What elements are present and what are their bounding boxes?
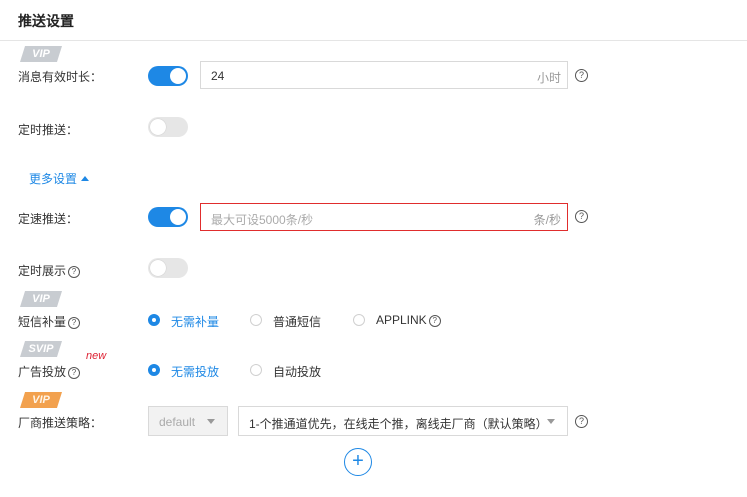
vip-badge: VIP xyxy=(20,46,62,62)
rate-limit-placeholder: 最大可设5000条/秒 xyxy=(211,213,314,227)
expiry-unit: 小时 xyxy=(536,71,561,85)
vendor-label: 厂商推送策略： xyxy=(18,416,103,430)
radio-selected-icon xyxy=(148,364,160,376)
vendor-mode-select[interactable]: default xyxy=(148,406,228,436)
question-circle-icon[interactable]: ? xyxy=(68,266,81,278)
vendor-strategy-select[interactable]: 1-个推通道优先，在线走个推，离线走厂商（默认策略） xyxy=(238,406,568,436)
rate-limit-input[interactable]: 最大可设5000条/秒 条/秒 xyxy=(200,203,568,231)
page-title: 推送设置 xyxy=(18,13,74,29)
expiry-input[interactable]: 24 小时 xyxy=(200,61,568,89)
rate-limit-label: 定速推送： xyxy=(18,212,79,226)
svip-badge: SVIP xyxy=(20,341,62,357)
ads-label: 广告投放? xyxy=(18,363,81,380)
caret-up-icon xyxy=(81,176,90,181)
question-circle-icon[interactable]: ? xyxy=(68,367,81,379)
more-settings-label: 更多设置 xyxy=(29,172,78,186)
vip-badge-orange: VIP xyxy=(20,392,62,408)
add-button[interactable]: + xyxy=(344,448,372,476)
more-settings-toggle[interactable]: 更多设置 xyxy=(29,170,90,187)
vendor-strategy-value: 1-个推通道优先，在线走个推，离线走厂商（默认策略） xyxy=(249,417,545,431)
new-badge: new xyxy=(86,350,107,362)
chevron-down-icon xyxy=(207,419,215,424)
vip-badge: VIP xyxy=(20,291,62,307)
scheduled-push-toggle[interactable] xyxy=(148,117,188,137)
expiry-label: 消息有效时长： xyxy=(18,70,103,84)
rate-limit-toggle[interactable] xyxy=(148,207,188,227)
scheduled-display-toggle[interactable] xyxy=(148,258,188,278)
scheduled-push-label: 定时推送： xyxy=(18,123,79,137)
rate-limit-unit: 条/秒 xyxy=(533,213,561,227)
question-circle-icon[interactable]: ? xyxy=(575,69,588,82)
radio-selected-icon xyxy=(148,314,160,326)
radio-icon xyxy=(353,314,365,326)
question-circle-icon[interactable]: ? xyxy=(575,210,588,223)
vendor-mode-value: default xyxy=(159,415,196,429)
chevron-down-icon xyxy=(547,419,555,424)
scheduled-display-label: 定时展示? xyxy=(18,262,81,279)
sms-label: 短信补量? xyxy=(18,313,81,330)
expiry-value: 24 xyxy=(211,69,225,83)
radio-icon xyxy=(250,314,262,326)
section-header: 推送设置 xyxy=(0,0,747,41)
question-circle-icon[interactable]: ? xyxy=(575,415,588,428)
radio-icon xyxy=(250,364,262,376)
expiry-toggle[interactable] xyxy=(148,66,188,86)
question-circle-icon[interactable]: ? xyxy=(68,317,81,329)
question-circle-icon[interactable]: ? xyxy=(428,315,441,327)
